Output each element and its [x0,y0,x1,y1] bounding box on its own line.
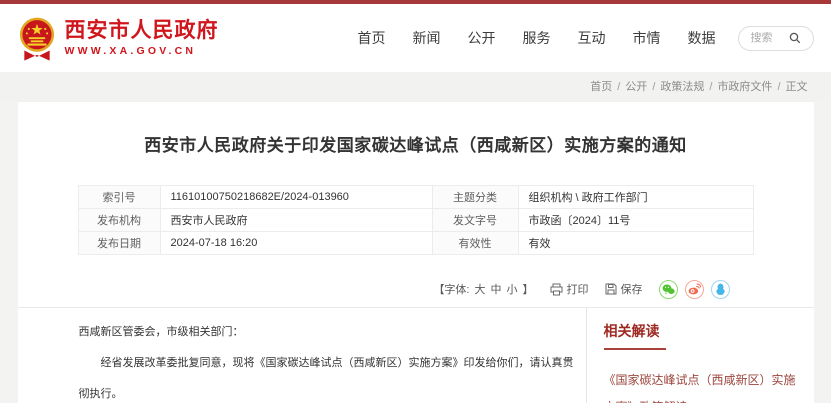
save-icon [605,283,617,295]
breadcrumb-band: 首页 / 公开 / 政策法规 / 市政府文件 / 正文 [0,72,831,102]
document-sheet: 西安市人民政府关于印发国家碳达峰试点（西咸新区）实施方案的通知 索引号 1161… [18,102,814,403]
breadcrumb: 首页 / 公开 / 政策法规 / 市政府文件 / 正文 [18,72,814,102]
site-name: 西安市人民政府 [65,19,219,42]
font-size-small-button[interactable]: 小 [507,281,518,297]
site-url: WWW.XA.GOV.CN [65,46,219,58]
table-row: 索引号 11610100750218682E/2024-013960 主题分类 … [78,186,753,209]
document-salutation: 西咸新区管委会，市级相关部门： [79,317,578,348]
meta-value-issuing-agency: 西安市人民政府 [160,209,432,232]
printer-icon [550,283,563,296]
document-title: 西安市人民政府关于印发国家碳达峰试点（西咸新区）实施方案的通知 [18,102,814,156]
document-paragraph: 经省发展改革委批复同意，现将《国家碳达峰试点（西咸新区）实施方案》印发给你们，请… [79,348,578,403]
breadcrumb-home[interactable]: 首页 [590,81,612,93]
breadcrumb-disclosure[interactable]: 公开 [625,81,647,93]
meta-label-index-number: 索引号 [78,186,160,209]
related-interpretation-link[interactable]: 《国家碳达峰试点（西咸新区）实施方案》政策解读 [604,367,804,403]
weibo-icon [688,283,701,295]
national-emblem-icon [18,16,56,66]
search-input[interactable] [751,32,785,44]
meta-value-index-number: 11610100750218682E/2024-013960 [160,186,432,209]
font-size-prefix: 【字体: [433,281,469,297]
breadcrumb-separator: / [617,81,620,93]
article-toolbar: 【字体: 大 中 小 】 打印 保存 [18,279,814,299]
search-box[interactable] [738,26,814,51]
nav-item-interaction[interactable]: 互动 [578,28,606,48]
nav-item-home[interactable]: 首页 [358,28,386,48]
save-label: 保存 [621,281,643,297]
nav-item-city-info[interactable]: 市情 [633,28,661,48]
wechat-icon [662,284,675,295]
breadcrumb-separator: / [777,81,780,93]
font-size-medium-button[interactable]: 中 [491,281,502,297]
table-row: 发布日期 2024-07-18 16:20 有效性 有效 [78,232,753,255]
save-button[interactable]: 保存 [605,281,643,297]
breadcrumb-separator: / [709,81,712,93]
meta-value-publish-date: 2024-07-18 16:20 [160,232,432,255]
table-row: 发布机构 西安市人民政府 发文字号 市政函〔2024〕11号 [78,209,753,232]
breadcrumb-current: 正文 [786,81,808,93]
site-header: 西安市人民政府 WWW.XA.GOV.CN 首页 新闻 公开 服务 互动 市情 … [0,4,831,72]
breadcrumb-separator: / [652,81,655,93]
font-size-control: 【字体: 大 中 小 】 [433,281,533,297]
meta-value-document-number: 市政函〔2024〕11号 [518,209,753,232]
nav-item-news[interactable]: 新闻 [413,28,441,48]
nav-item-disclosure[interactable]: 公开 [468,28,496,48]
meta-label-document-number: 发文字号 [432,209,518,232]
wechat-share-button[interactable] [659,280,678,299]
qq-share-button[interactable] [711,280,730,299]
related-interpretation-title: 相关解读 [604,321,804,341]
font-size-suffix: 】 [523,281,534,297]
document-meta-table: 索引号 11610100750218682E/2024-013960 主题分类 … [78,185,754,255]
font-size-large-button[interactable]: 大 [475,281,486,297]
breadcrumb-policies[interactable]: 政策法规 [660,81,704,93]
print-button[interactable]: 打印 [550,281,589,297]
nav-item-data[interactable]: 数据 [688,28,716,48]
nav-item-services[interactable]: 服务 [523,28,551,48]
meta-label-issuing-agency: 发布机构 [78,209,160,232]
main-nav: 首页 新闻 公开 服务 互动 市情 数据 [358,28,716,48]
meta-label-topic-category: 主题分类 [432,186,518,209]
share-buttons [659,280,730,299]
meta-label-publish-date: 发布日期 [78,232,160,255]
breadcrumb-city-gov-documents[interactable]: 市政府文件 [717,81,772,93]
related-interpretation-panel: 相关解读 《国家碳达峰试点（西咸新区）实施方案》政策解读 [586,308,814,403]
site-logo[interactable]: 西安市人民政府 WWW.XA.GOV.CN [18,10,219,66]
sidebar-title-underline [604,348,666,350]
weibo-share-button[interactable] [685,280,704,299]
document-body: 西咸新区管委会，市级相关部门： 经省发展改革委批复同意，现将《国家碳达峰试点（西… [18,308,586,403]
meta-value-validity: 有效 [518,232,753,255]
search-icon[interactable] [789,32,801,44]
meta-value-topic-category: 组织机构 \ 政府工作部门 [518,186,753,209]
qq-icon [715,283,726,295]
print-label: 打印 [567,281,589,297]
meta-label-validity: 有效性 [432,232,518,255]
